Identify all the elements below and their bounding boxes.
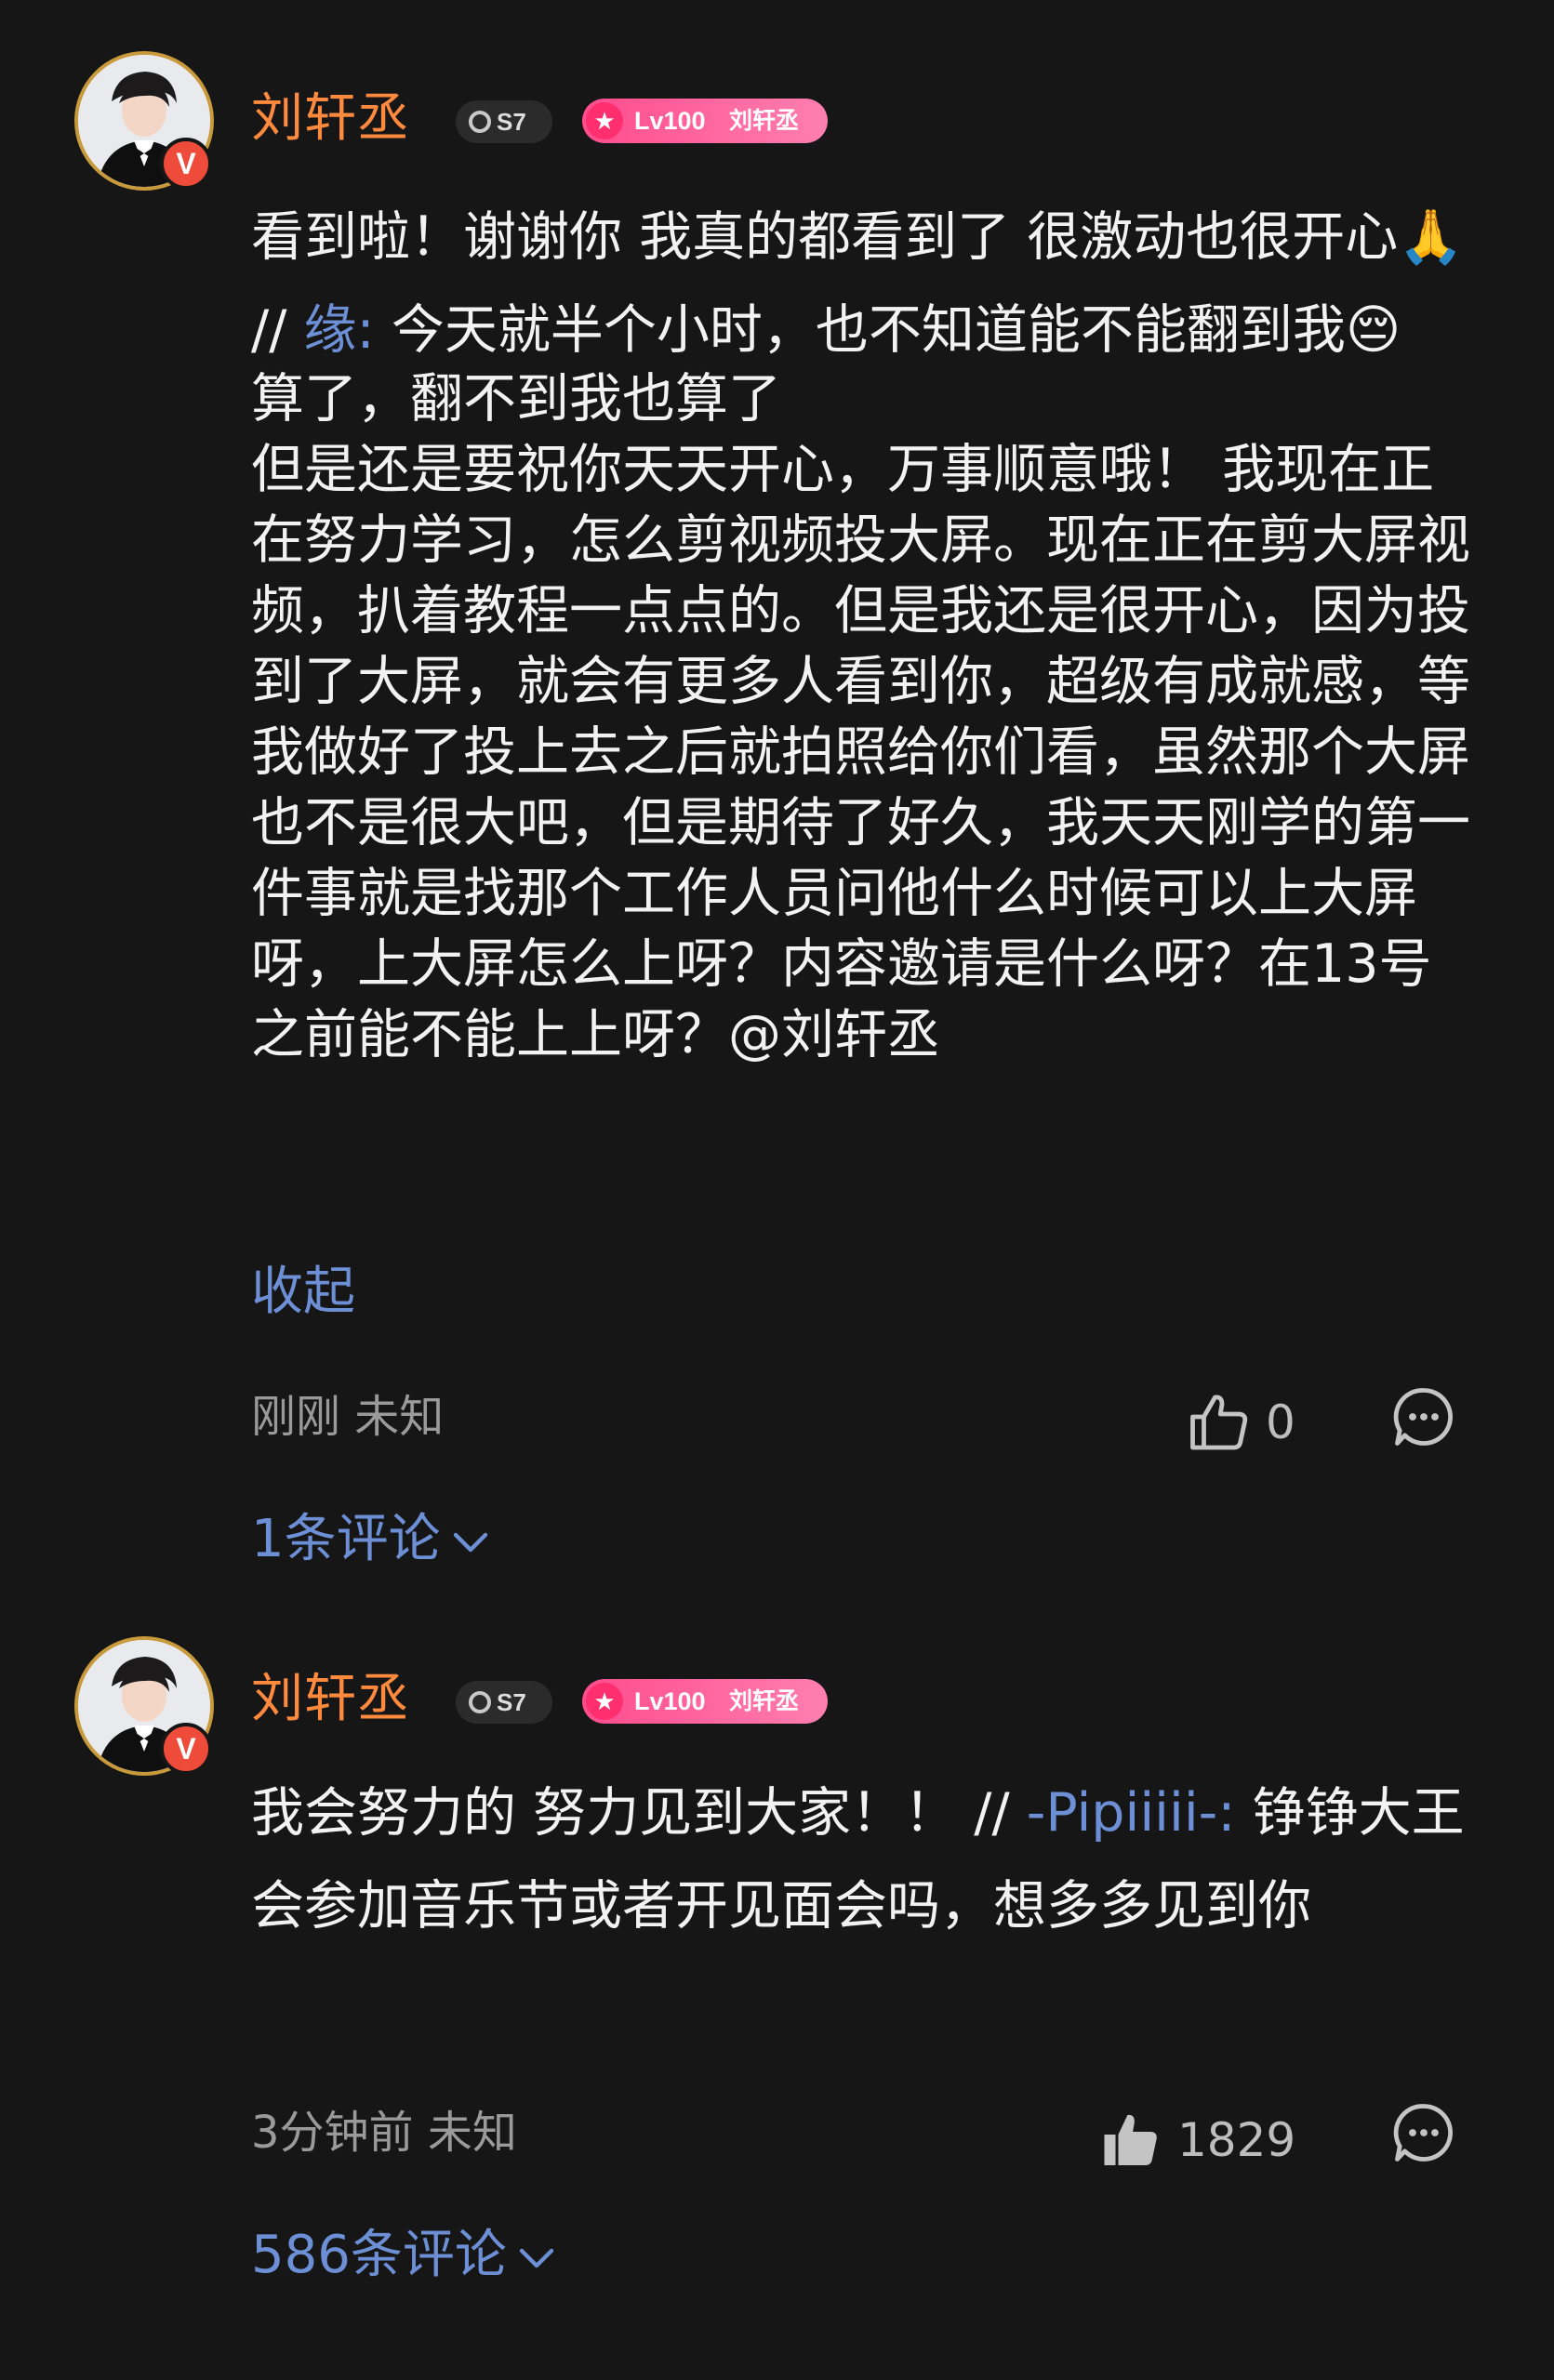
chat-bubble-icon[interactable]: [1390, 1383, 1457, 1450]
level-badge: S7: [456, 100, 552, 143]
like-button[interactable]: 0: [1186, 1385, 1295, 1460]
location: 未知: [427, 2107, 517, 2159]
username[interactable]: 刘轩丞: [251, 93, 410, 145]
comment-meta: 刚刚 未知: [251, 1395, 444, 1439]
level-badge: S7: [456, 1681, 552, 1724]
level-ring-icon: [469, 111, 491, 133]
location: 未知: [354, 1391, 445, 1443]
repost-username-link[interactable]: -Pipiiiii-:: [1027, 1782, 1236, 1844]
timestamp: 刚刚: [251, 1391, 341, 1443]
comment-text: 我会努力的 努力见到大家！！ // -Pipiiiii-: 铮铮大王会参加音乐节…: [251, 1766, 1479, 1952]
comment-item: V 刘轩丞 S7 ★ Lv100 刘轩丞 看到啦！谢谢你 我真的都看到了 很激动…: [0, 0, 1554, 1599]
replies-toggle[interactable]: 586条评论: [251, 2229, 555, 2281]
comment-item: V 刘轩丞 S7 ★ Lv100 刘轩丞 我会努力的 努力见到大家！！ // -…: [0, 1599, 1554, 2380]
timestamp: 3分钟前: [251, 2107, 414, 2159]
repost-username-link[interactable]: 缘:: [304, 299, 375, 361]
reply-text: 我会努力的 努力见到大家！！ //: [251, 1782, 1010, 1844]
like-count: 0: [1266, 1395, 1295, 1449]
like-button[interactable]: 1829: [1097, 2103, 1295, 2177]
thumbs-up-outline-icon: [1190, 1395, 1248, 1450]
star-icon: ★: [586, 102, 623, 139]
fan-badge[interactable]: ★ Lv100 刘轩丞: [582, 99, 828, 143]
replies-count: 586条评论: [251, 2225, 507, 2285]
chat-bubble-icon[interactable]: [1390, 2099, 1457, 2166]
comment-text: 看到啦！谢谢你 我真的都看到了 很激动也很开心🙏 // 缘: 今天就半个小时，也…: [251, 191, 1479, 1070]
collapse-link[interactable]: 收起: [251, 1266, 355, 1318]
star-icon: ★: [586, 1683, 623, 1720]
like-count: 1829: [1177, 2113, 1296, 2167]
thumbs-up-filled-icon: [1104, 2114, 1157, 2165]
replies-count: 1条评论: [251, 1509, 441, 1569]
fan-badge[interactable]: ★ Lv100 刘轩丞: [582, 1679, 828, 1724]
chevron-down-icon: [453, 1532, 487, 1553]
verified-badge-icon: V: [160, 138, 212, 190]
chevron-down-icon: [519, 2248, 554, 2268]
level-ring-icon: [469, 1691, 491, 1713]
comment-paragraph: 但是还是要祝你天天开心，万事顺意哦！ 我现在正在努力学习，怎么剪视频投大屏。现在…: [251, 439, 1470, 1065]
username[interactable]: 刘轩丞: [251, 1673, 410, 1726]
quoted-text: 今天就半个小时，也不知道能不能翻到我😔: [374, 299, 1401, 361]
replies-toggle[interactable]: 1条评论: [251, 1514, 489, 1566]
verified-badge-icon: V: [160, 1723, 212, 1775]
comment-meta: 3分钟前 未知: [251, 2110, 517, 2155]
